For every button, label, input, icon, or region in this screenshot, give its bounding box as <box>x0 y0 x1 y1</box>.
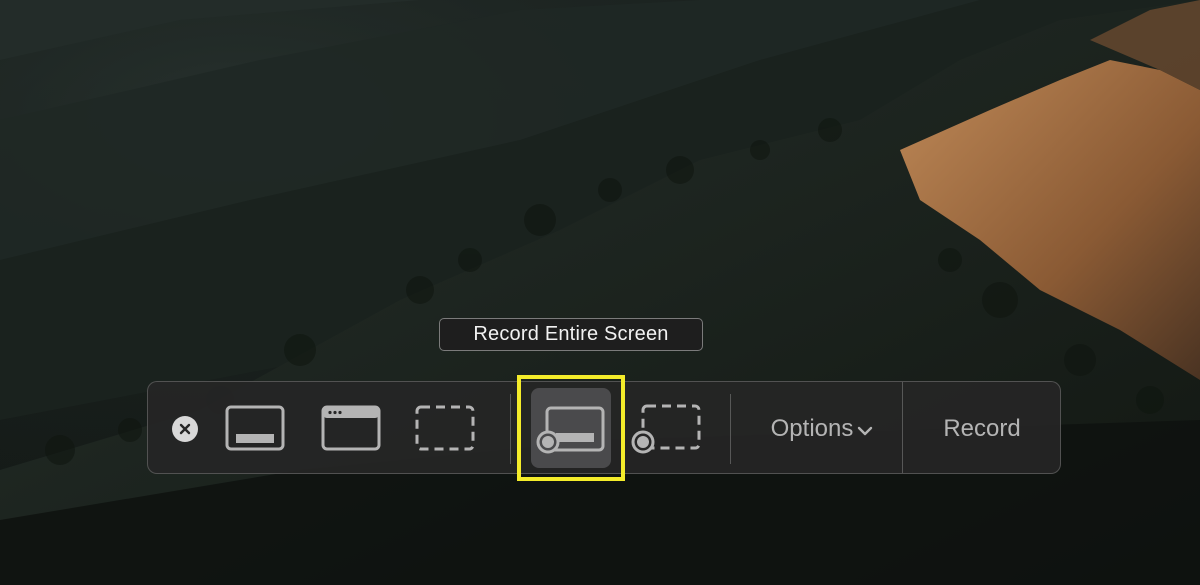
capture-selected-portion-button[interactable] <box>412 402 478 454</box>
capture-entire-screen-button[interactable] <box>222 402 288 454</box>
close-icon <box>179 423 191 435</box>
options-button[interactable]: Options <box>752 404 892 454</box>
chevron-down-icon <box>858 426 873 436</box>
portion-record-icon <box>631 404 701 454</box>
screenshot-toolbar: Options Record <box>147 375 1061 481</box>
options-label: Options <box>770 415 854 442</box>
close-button[interactable] <box>172 416 198 442</box>
tooltip: Record Entire Screen <box>439 318 703 351</box>
screen-capture-icon <box>225 405 285 451</box>
toolbar-divider <box>510 394 511 464</box>
window-capture-icon <box>321 405 381 451</box>
toolbar-divider <box>730 394 731 464</box>
toolbar-divider <box>902 382 903 473</box>
desktop-wallpaper <box>0 0 1200 585</box>
record-button[interactable]: Record <box>918 404 1046 454</box>
record-selected-portion-button[interactable] <box>628 398 702 458</box>
capture-selected-window-button[interactable] <box>318 402 384 454</box>
selection-highlight <box>517 375 625 481</box>
portion-capture-icon <box>415 405 475 451</box>
record-label: Record <box>943 415 1021 442</box>
